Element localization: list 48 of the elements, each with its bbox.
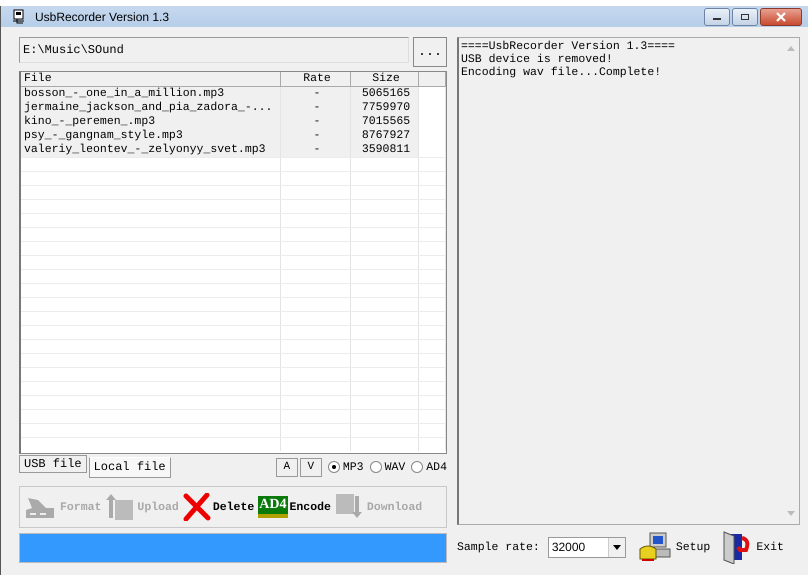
- window-title: UsbRecorder Version 1.3: [35, 10, 170, 24]
- table-cell: -: [281, 115, 351, 129]
- scroll-down-icon: [786, 511, 794, 516]
- tab[interactable]: USB file: [19, 455, 87, 473]
- table-cell: -: [281, 129, 351, 143]
- maximize-icon: [740, 12, 750, 20]
- table-cell: 7759970: [351, 101, 419, 115]
- minimize-button[interactable]: [704, 8, 730, 26]
- table-cell: psy_-_gangnam_style.mp3: [21, 129, 281, 143]
- table-cell: 5065165: [351, 87, 419, 101]
- ad4-icon: AD4: [258, 496, 288, 518]
- dropdown-arrow-icon: [612, 544, 621, 550]
- log-line: USB device is removed!: [461, 53, 614, 66]
- tab[interactable]: Local file: [88, 456, 171, 478]
- path-field[interactable]: E:\Music\SOund: [19, 37, 409, 63]
- door-exit-icon: [722, 530, 752, 564]
- table-cell: -: [281, 87, 351, 101]
- delete-button[interactable]: Delete: [182, 493, 254, 521]
- table-cell: 8767927: [351, 129, 419, 143]
- sort-button[interactable]: V: [300, 458, 322, 476]
- close-button[interactable]: [760, 8, 802, 26]
- delete-cross-icon: [182, 493, 211, 521]
- format-radio[interactable]: WAV: [370, 460, 406, 474]
- browse-button[interactable]: ...: [413, 37, 447, 67]
- sort-button[interactable]: A: [276, 458, 298, 476]
- sample-rate-label: Sample rate:: [457, 540, 540, 554]
- table-cell: -: [281, 101, 351, 115]
- app-icon: [11, 8, 27, 24]
- table-cell: 3590811: [351, 143, 419, 157]
- exit-button[interactable]: Exit: [722, 530, 784, 564]
- table-cell: kino_-_peremen_.mp3: [21, 115, 281, 129]
- setup-button[interactable]: Setup: [638, 531, 710, 563]
- maximize-button[interactable]: [732, 8, 758, 26]
- format-radio[interactable]: AD4: [411, 460, 447, 474]
- encode-button[interactable]: AD4 Encode: [258, 496, 331, 518]
- computer-phone-icon: [638, 531, 672, 563]
- table-cell: 7015565: [351, 115, 419, 129]
- log-line: Encoding wav file...Complete!: [461, 66, 662, 79]
- format-radio[interactable]: MP3: [328, 460, 364, 474]
- sample-rate-dropdown[interactable]: 32000: [548, 536, 626, 558]
- upload-icon: [105, 492, 136, 522]
- table-cell: jermaine_jackson_and_pia_zadora_-...: [21, 101, 281, 115]
- log-line: ====UsbRecorder Version 1.3====: [461, 40, 676, 53]
- table-cell: valeriy_leontev_-_zelyonyy_svet.mp3: [21, 143, 281, 157]
- table-cell: -: [281, 143, 351, 157]
- close-icon: [775, 12, 787, 22]
- table-cell: bosson_-_one_in_a_million.mp3: [21, 87, 281, 101]
- scroll-up-icon: [786, 46, 794, 51]
